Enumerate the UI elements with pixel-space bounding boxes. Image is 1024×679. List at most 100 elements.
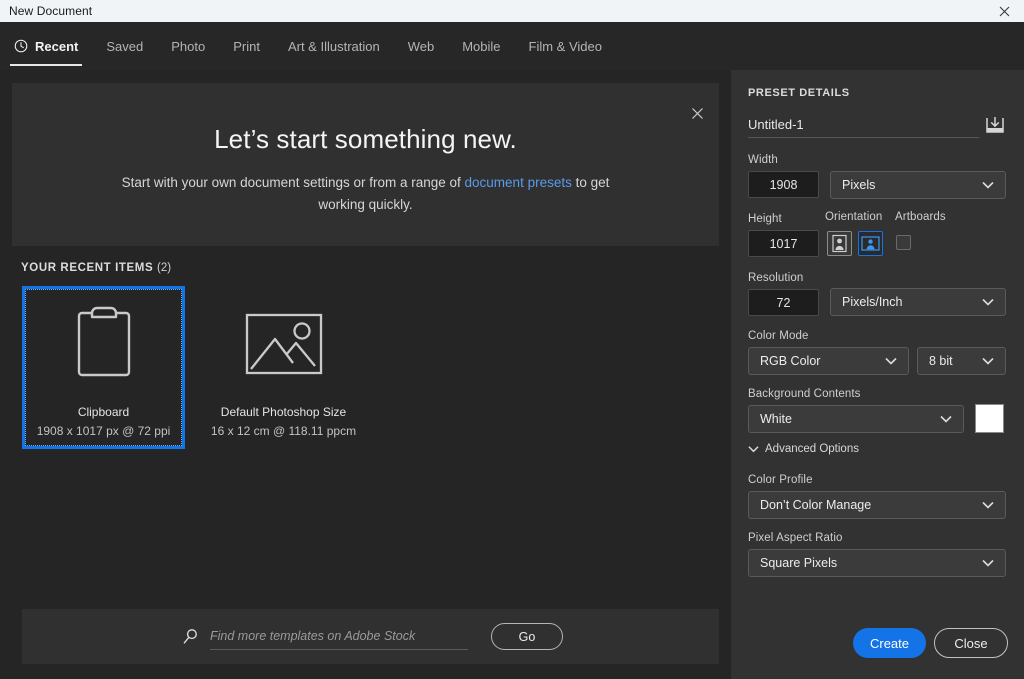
tab-saved-label: Saved (106, 38, 144, 54)
tab-art-and-illustration-label: Art & Illustration (287, 38, 380, 54)
recent-item-title: Default Photoshop Size (220, 405, 347, 419)
tab-print[interactable]: Print (219, 22, 274, 70)
color-mode-select[interactable]: RGB Color (748, 347, 909, 375)
recent-item-default-photoshop-size[interactable]: Default Photoshop Size 16 x 12 cm @ 118.… (202, 286, 365, 449)
search-go-button[interactable]: Go (491, 623, 563, 650)
landscape-orientation-icon (861, 236, 880, 251)
recent-items-grid: Clipboard 1908 x 1017 px @ 72 ppi Defaul… (22, 286, 365, 449)
color-profile-select[interactable]: Don’t Color Manage (748, 491, 1006, 519)
tab-art-and-illustration[interactable]: Art & Illustration (274, 22, 394, 70)
create-button[interactable]: Create (853, 628, 926, 658)
search-icon[interactable] (182, 628, 199, 645)
close-button[interactable]: Close (934, 628, 1008, 658)
window-title: New Document (9, 4, 93, 18)
tab-active-underline (10, 64, 83, 66)
color-depth-select[interactable]: 8 bit (917, 347, 1006, 375)
banner-close-button[interactable] (687, 103, 707, 123)
tab-print-label: Print (233, 38, 260, 54)
resolution-label: Resolution (748, 272, 804, 284)
tab-photo[interactable]: Photo (157, 22, 219, 70)
orientation-label: Orientation (825, 211, 883, 223)
recent-item-title: Clipboard (77, 405, 130, 419)
artboards-checkbox[interactable] (896, 235, 911, 250)
background-contents-value: White (760, 412, 792, 426)
resolution-unit-value: Pixels/Inch (842, 295, 903, 309)
banner-subtitle: Start with your own document settings or… (102, 172, 629, 216)
recent-item-clipboard[interactable]: Clipboard 1908 x 1017 px @ 72 ppi (22, 286, 185, 449)
recent-items-count: (2) (157, 262, 172, 274)
preset-details-heading: PRESET DETAILS (748, 87, 850, 99)
image-icon (245, 313, 322, 375)
new-document-dialog: New Document Recent Saved Photo Print Ar… (0, 0, 1024, 679)
advanced-options-label: Advanced Options (765, 443, 859, 455)
pixel-aspect-ratio-value: Square Pixels (760, 556, 838, 570)
background-color-swatch[interactable] (975, 404, 1004, 433)
orientation-landscape-button[interactable] (858, 231, 883, 256)
chevron-down-icon (977, 181, 999, 189)
recent-item-meta: 1908 x 1017 px @ 72 ppi (36, 424, 171, 438)
resolution-input[interactable] (748, 289, 819, 316)
clock-icon (14, 39, 28, 53)
tab-mobile[interactable]: Mobile (448, 22, 514, 70)
color-profile-value: Don’t Color Manage (760, 498, 872, 512)
tab-saved[interactable]: Saved (92, 22, 157, 70)
document-name-row (748, 112, 1006, 138)
welcome-banner: Let’s start something new. Start with yo… (12, 83, 719, 246)
color-mode-value: RGB Color (760, 354, 821, 368)
window-close-button[interactable] (984, 0, 1024, 22)
height-input[interactable] (748, 230, 819, 257)
tab-web[interactable]: Web (394, 22, 449, 70)
recent-items-heading: YOUR RECENT ITEMS (2) (21, 262, 171, 274)
recent-item-thumbnail (25, 289, 182, 399)
title-bar: New Document (0, 0, 1024, 22)
recent-item-meta: 16 x 12 cm @ 118.11 ppcm (210, 424, 357, 438)
tab-bar: Recent Saved Photo Print Art & Illustrat… (0, 22, 1024, 70)
width-label: Width (748, 154, 778, 166)
dialog-action-buttons: Create Close (731, 619, 1024, 679)
recent-items-heading-label: YOUR RECENT ITEMS (21, 262, 154, 274)
preset-details-pane: PRESET DETAILS Width Pixels Height Orien… (731, 70, 1024, 679)
document-presets-link[interactable]: document presets (465, 175, 572, 190)
width-unit-value: Pixels (842, 178, 876, 192)
tab-recent-label: Recent (35, 38, 79, 54)
chevron-down-icon (977, 501, 999, 509)
templates-pane: Let’s start something new. Start with yo… (0, 70, 731, 679)
tab-web-label: Web (407, 38, 435, 54)
height-label: Height (748, 213, 782, 225)
chevron-down-icon (880, 357, 902, 365)
banner-text-before: Start with your own document settings or… (121, 175, 465, 190)
color-depth-value: 8 bit (929, 354, 953, 368)
color-mode-label: Color Mode (748, 330, 809, 342)
chevron-down-icon (748, 446, 759, 453)
background-contents-select[interactable]: White (748, 405, 964, 433)
tab-recent[interactable]: Recent (0, 22, 92, 70)
tab-mobile-label: Mobile (462, 38, 501, 54)
resolution-unit-select[interactable]: Pixels/Inch (830, 288, 1006, 316)
color-profile-label: Color Profile (748, 474, 813, 486)
save-preset-icon[interactable] (984, 113, 1006, 135)
recent-item-thumbnail (205, 289, 362, 399)
pixel-aspect-ratio-select[interactable]: Square Pixels (748, 549, 1006, 577)
portrait-orientation-icon (832, 234, 847, 253)
document-name-input[interactable] (748, 112, 979, 138)
close-icon (691, 107, 703, 119)
chevron-down-icon (977, 298, 999, 306)
tab-film-and-video[interactable]: Film & Video (515, 22, 616, 70)
chevron-down-icon (977, 357, 999, 365)
orientation-portrait-button[interactable] (827, 231, 852, 256)
banner-title: Let’s start something new. (214, 124, 517, 154)
tab-film-and-video-label: Film & Video (528, 38, 602, 54)
width-input[interactable] (748, 171, 819, 198)
search-input[interactable] (210, 623, 468, 650)
width-unit-select[interactable]: Pixels (830, 171, 1006, 199)
close-icon (999, 6, 1009, 16)
tab-photo-label: Photo (171, 38, 206, 54)
chevron-down-icon (935, 415, 957, 423)
advanced-options-toggle[interactable]: Advanced Options (748, 443, 859, 455)
stock-search-bar: Go (22, 609, 719, 664)
background-contents-label: Background Contents (748, 388, 861, 400)
chevron-down-icon (977, 559, 999, 567)
clipboard-icon (77, 306, 130, 377)
pixel-aspect-ratio-label: Pixel Aspect Ratio (748, 532, 843, 544)
artboards-label: Artboards (895, 211, 946, 223)
